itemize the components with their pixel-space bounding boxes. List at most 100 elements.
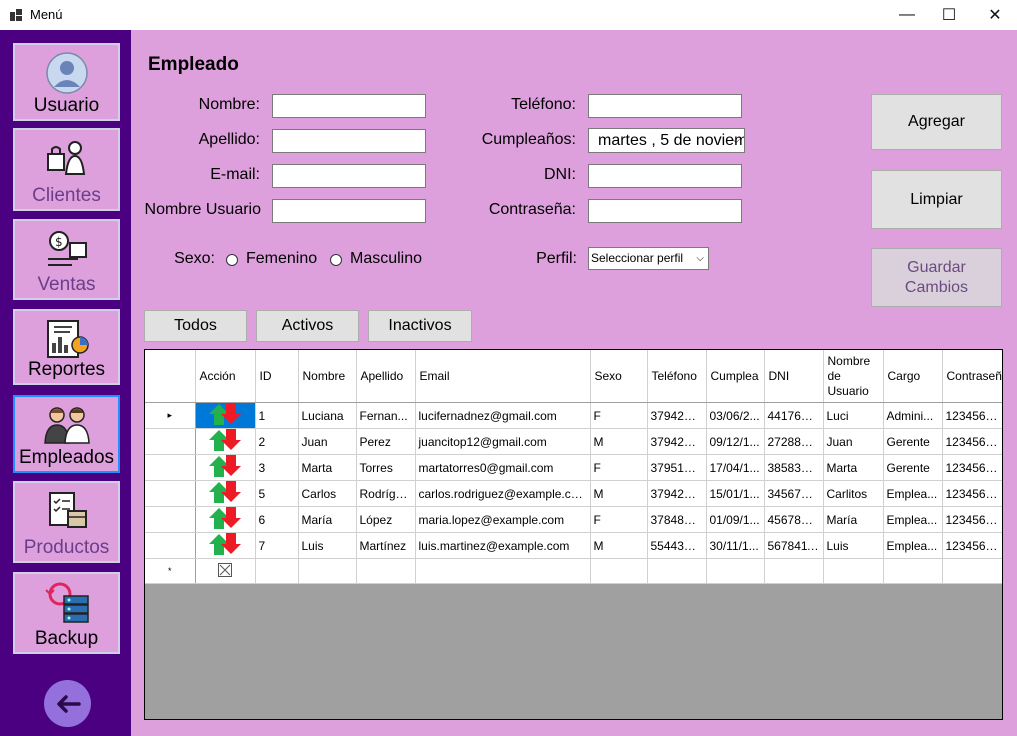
- table-cell[interactable]: M: [590, 532, 648, 559]
- row-header[interactable]: ▸: [145, 402, 196, 429]
- row-header[interactable]: [145, 506, 196, 533]
- table-cell[interactable]: 45678901: [764, 506, 824, 533]
- table-cell[interactable]: 7: [255, 532, 299, 559]
- table-cell[interactable]: [356, 558, 416, 584]
- table-cell[interactable]: Perez: [356, 428, 416, 455]
- column-header[interactable]: Contraseñ: [942, 350, 1002, 403]
- table-cell[interactable]: Emplea...: [883, 480, 943, 507]
- table-cell[interactable]: [255, 558, 299, 584]
- table-cell[interactable]: 3795104...: [647, 454, 707, 481]
- column-header[interactable]: Sexo: [590, 350, 648, 403]
- nav-ventas[interactable]: $ Ventas: [13, 219, 120, 300]
- nombre-input[interactable]: [272, 94, 426, 118]
- table-cell[interactable]: carlos.rodriguez@example.com: [415, 480, 591, 507]
- placeholder-image-cell[interactable]: [195, 558, 256, 584]
- table-cell[interactable]: F: [590, 402, 648, 429]
- table-cell[interactable]: Gerente: [883, 454, 943, 481]
- table-cell[interactable]: Luciana: [298, 402, 357, 429]
- table-cell[interactable]: Torres: [356, 454, 416, 481]
- column-header[interactable]: Acción: [195, 350, 256, 403]
- action-cell[interactable]: [195, 532, 256, 559]
- column-header[interactable]: ID: [255, 350, 299, 403]
- limpiar-button[interactable]: Limpiar: [871, 170, 1002, 229]
- table-cell[interactable]: M: [590, 480, 648, 507]
- table-cell[interactable]: [706, 558, 765, 584]
- action-cell[interactable]: [195, 506, 256, 533]
- table-cell[interactable]: Luis: [298, 532, 357, 559]
- table-cell[interactable]: F: [590, 454, 648, 481]
- table-cell[interactable]: 38583412: [764, 454, 824, 481]
- table-cell[interactable]: 17/04/1...: [706, 454, 765, 481]
- telefono-input[interactable]: [588, 94, 742, 118]
- nav-backup[interactable]: Backup: [13, 572, 120, 654]
- nav-usuario[interactable]: Usuario: [13, 43, 120, 121]
- table-cell[interactable]: 3794234...: [647, 480, 707, 507]
- table-cell[interactable]: 1: [255, 402, 299, 429]
- table-cell[interactable]: juancitop12@gmail.com: [415, 428, 591, 455]
- new-row[interactable]: *: [145, 558, 1002, 584]
- column-header[interactable]: DNI: [764, 350, 824, 403]
- filter-activos-button[interactable]: Activos: [256, 310, 359, 342]
- table-cell[interactable]: Marta: [823, 454, 884, 481]
- table-row[interactable]: 2 Juan Perez juancitop12@gmail.com M 3794284.…: [145, 428, 1002, 455]
- nav-productos[interactable]: Productos: [13, 481, 120, 563]
- new-row-marker[interactable]: *: [145, 558, 196, 584]
- table-cell[interactable]: 12345678: [942, 402, 1002, 429]
- table-row[interactable]: ▸ 1 Luciana Fernan... lucifernadnez@gmail.co…: [145, 402, 1002, 429]
- email-input[interactable]: [272, 164, 426, 188]
- table-cell[interactable]: F: [590, 506, 648, 533]
- table-cell[interactable]: 3784876...: [647, 506, 707, 533]
- table-row[interactable]: 7 Luis Martínez luis.martinez@example.com M 5…: [145, 532, 1002, 559]
- action-cell[interactable]: [195, 480, 256, 507]
- table-cell[interactable]: 56784112: [764, 532, 824, 559]
- dni-input[interactable]: [588, 164, 742, 188]
- table-cell[interactable]: M: [590, 428, 648, 455]
- table-cell[interactable]: 12345678: [942, 506, 1002, 533]
- action-cell[interactable]: [195, 428, 256, 455]
- table-cell[interactable]: Emplea...: [883, 532, 943, 559]
- nav-empleados[interactable]: Empleados: [13, 395, 120, 473]
- table-cell[interactable]: 12345678: [942, 532, 1002, 559]
- column-header[interactable]: Teléfono: [647, 350, 707, 403]
- table-cell[interactable]: María: [298, 506, 357, 533]
- table-cell[interactable]: [823, 558, 884, 584]
- table-cell[interactable]: 3: [255, 454, 299, 481]
- radio-femenino-label[interactable]: Femenino: [246, 250, 317, 268]
- table-cell[interactable]: Juan: [298, 428, 357, 455]
- table-row[interactable]: 5 Carlos Rodrígu... carlos.rodriguez@exampl…: [145, 480, 1002, 507]
- table-cell[interactable]: 44176144: [764, 402, 824, 429]
- apellido-input[interactable]: [272, 129, 426, 153]
- table-cell[interactable]: 3794284...: [647, 428, 707, 455]
- table-cell[interactable]: 34567890: [764, 480, 824, 507]
- nav-clientes[interactable]: Clientes: [13, 128, 120, 211]
- table-cell[interactable]: 27288012: [764, 428, 824, 455]
- table-row[interactable]: 6 María López maria.lopez@example.com F 37848…: [145, 506, 1002, 533]
- radio-femenino[interactable]: [226, 254, 238, 266]
- perfil-select[interactable]: Seleccionar perfil ⌵: [588, 247, 709, 270]
- column-header[interactable]: Nombre: [298, 350, 357, 403]
- usuario-input[interactable]: [272, 199, 426, 223]
- row-header[interactable]: [145, 480, 196, 507]
- table-cell[interactable]: maria.lopez@example.com: [415, 506, 591, 533]
- table-cell[interactable]: [415, 558, 591, 584]
- close-button[interactable]: ✕: [972, 0, 1017, 30]
- table-cell[interactable]: 12345678: [942, 480, 1002, 507]
- table-cell[interactable]: [883, 558, 943, 584]
- nav-reportes[interactable]: Reportes: [13, 309, 120, 385]
- column-header[interactable]: Apellido: [356, 350, 416, 403]
- table-cell[interactable]: Luis: [823, 532, 884, 559]
- table-cell[interactable]: martatorres0@gmail.com: [415, 454, 591, 481]
- birthday-datepicker[interactable]: martes , 5 de noviembre de 2024 ⌵: [588, 128, 745, 153]
- contrasena-input[interactable]: [588, 199, 742, 223]
- action-cell[interactable]: [195, 402, 256, 429]
- filter-todos-button[interactable]: Todos: [144, 310, 247, 342]
- table-cell[interactable]: Fernan...: [356, 402, 416, 429]
- table-cell[interactable]: 6: [255, 506, 299, 533]
- table-cell[interactable]: Rodrígu...: [356, 480, 416, 507]
- radio-masculino-label[interactable]: Masculino: [350, 250, 422, 268]
- column-header[interactable]: Email: [415, 350, 591, 403]
- table-cell[interactable]: López: [356, 506, 416, 533]
- table-cell[interactable]: 3794228...: [647, 402, 707, 429]
- minimize-button[interactable]: —: [884, 0, 930, 30]
- table-cell[interactable]: Marta: [298, 454, 357, 481]
